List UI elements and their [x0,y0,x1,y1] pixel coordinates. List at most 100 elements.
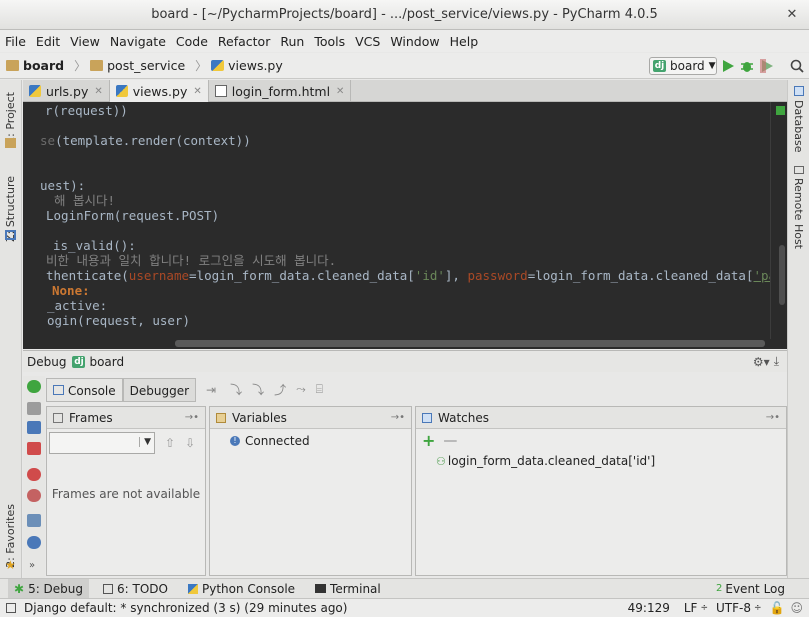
run-config-label: board [670,59,705,73]
code-line: LoginForm(request.POST) [46,208,220,223]
step-over-icon[interactable]: ⇥ [206,383,216,397]
code-line: se(template.render(context)) [40,133,251,148]
tab-urls[interactable]: urls.py ✕ [23,80,110,102]
debug-icon[interactable] [740,59,754,73]
tab-views[interactable]: views.py ✕ [109,80,209,102]
evaluate-icon[interactable]: ⌸ [316,382,323,397]
search-icon[interactable] [790,59,804,73]
close-icon[interactable]: ✕ [94,86,102,97]
close-window-icon[interactable]: ✕ [785,8,799,22]
gear-icon[interactable]: ⚙▾ [753,355,770,369]
run-icon[interactable] [721,59,735,73]
django-icon: dj [653,60,666,72]
lock-icon[interactable]: 🔓 [770,601,785,615]
close-icon[interactable]: ✕ [193,86,201,97]
pause-icon[interactable] [27,421,41,434]
run-config-select[interactable]: dj board ▼ [649,57,717,75]
menu-tools[interactable]: Tools [314,34,345,49]
menu-code[interactable]: Code [176,34,208,49]
folder-icon [90,60,104,71]
caret-position[interactable]: 49:129 [628,601,670,615]
vertical-scrollbar[interactable] [779,245,785,305]
coverage-icon[interactable] [760,59,774,73]
settings-icon[interactable] [27,536,41,549]
tab-todo[interactable]: 6: TODO [97,579,174,599]
python-file-icon [115,85,128,97]
pin-icon[interactable]: →• [766,412,780,423]
breadcrumb-file[interactable]: views.py [211,58,283,73]
tab-terminal[interactable]: Terminal [309,579,387,599]
hide-panel-icon[interactable]: ⤓ [774,354,779,369]
tab-python-console[interactable]: Python Console [182,579,301,599]
close-icon[interactable]: ✕ [336,86,344,97]
menu-refactor[interactable]: Refactor [218,34,270,49]
more-icon[interactable]: » [29,560,35,571]
tab-debugger[interactable]: Debugger [122,377,197,402]
tool-window-toggle-icon[interactable] [6,603,16,613]
chevron-down-icon: ▼ [708,61,716,71]
project-icon [5,138,16,148]
inspector-icon[interactable]: ☺ [790,601,803,615]
pin-icon[interactable]: →• [185,412,199,423]
django-icon: dj [72,355,86,368]
code-line: ogin(request, user) [47,313,190,328]
left-tool-strip: 1: Project Z: Structure 2: Favorites ★ [0,80,22,578]
resume-icon[interactable] [27,402,41,415]
menu-window[interactable]: Window [390,34,439,49]
remove-watch-icon[interactable]: — [443,433,457,449]
variables-panel: Variables →• ! Connected [209,406,412,576]
breadcrumb-separator: 〉 [195,59,208,73]
menu-file[interactable]: File [5,34,26,49]
rerun-icon[interactable] [27,380,41,393]
mute-breakpoints-icon[interactable] [27,489,41,502]
menu-run[interactable]: Run [280,34,304,49]
encoding[interactable]: UTF-8 [716,601,751,615]
variables-icon [216,412,226,423]
watches-icon [422,412,432,423]
horizontal-scrollbar[interactable] [175,340,765,347]
tab-login-form[interactable]: login_form.html ✕ [209,80,352,102]
database-icon [794,86,804,96]
watches-header: Watches →• [416,407,786,429]
bug-icon: ✱ [14,581,25,596]
menu-view[interactable]: View [70,34,100,49]
code-comment: 비한 내용과 일치 합니다! 로그인을 시도해 봅니다. [46,253,337,268]
html-file-icon [214,85,227,97]
run-to-cursor-icon[interactable]: ⤳ [296,382,306,397]
step-into-icon[interactable]: ⤵ [230,381,242,398]
thread-select[interactable]: ▼ [49,432,155,454]
tool-project[interactable]: 1: Project [4,92,17,144]
chevron-down-icon: ▼ [139,437,151,447]
breadcrumb-project[interactable]: board [6,58,64,73]
debug-actions: » [23,376,45,578]
menu-help[interactable]: Help [450,34,479,49]
frames-empty-message: Frames are not available [51,487,201,501]
breakpoints-icon[interactable] [27,468,41,481]
tab-debug-tool[interactable]: ✱ 5: Debug [8,578,90,599]
step-out-icon[interactable]: ⤴ [274,381,286,398]
menu-navigate[interactable]: Navigate [110,34,166,49]
menu-vcs[interactable]: VCS [355,34,380,49]
code-editor[interactable]: r(request)) se(template.render(context))… [23,102,770,339]
right-tool-strip: Database Remote Host [787,80,809,578]
code-line: None: [52,283,90,298]
frame-down-icon[interactable]: ⇩ [185,436,195,450]
pin-icon[interactable]: →• [391,412,405,423]
watch-item[interactable]: ⚇ login_form_data.cleaned_data['id'] [416,450,786,468]
structure-icon [5,230,16,240]
tool-database[interactable]: Database [792,100,805,153]
frame-up-icon[interactable]: ⇧ [165,436,175,450]
event-log-button[interactable]: 2 Event Log [710,579,791,599]
line-separator[interactable]: LF [684,601,698,615]
debug-tool-header: Debug dj board ⚙▾ ⤓ [23,350,787,372]
stop-icon[interactable] [27,442,41,455]
code-comment: 해 봅시다! [54,193,116,208]
window-title-bar: board - [~/PycharmProjects/board] - .../… [0,0,809,30]
menu-edit[interactable]: Edit [36,34,60,49]
tab-console[interactable]: Console [46,377,123,402]
step-into-my-code-icon[interactable]: ⤵ [252,381,264,398]
tool-remote-host[interactable]: Remote Host [792,178,805,249]
breadcrumb-package[interactable]: post_service [90,58,185,73]
threads-icon[interactable] [27,514,41,527]
add-watch-icon[interactable]: + [422,431,435,450]
